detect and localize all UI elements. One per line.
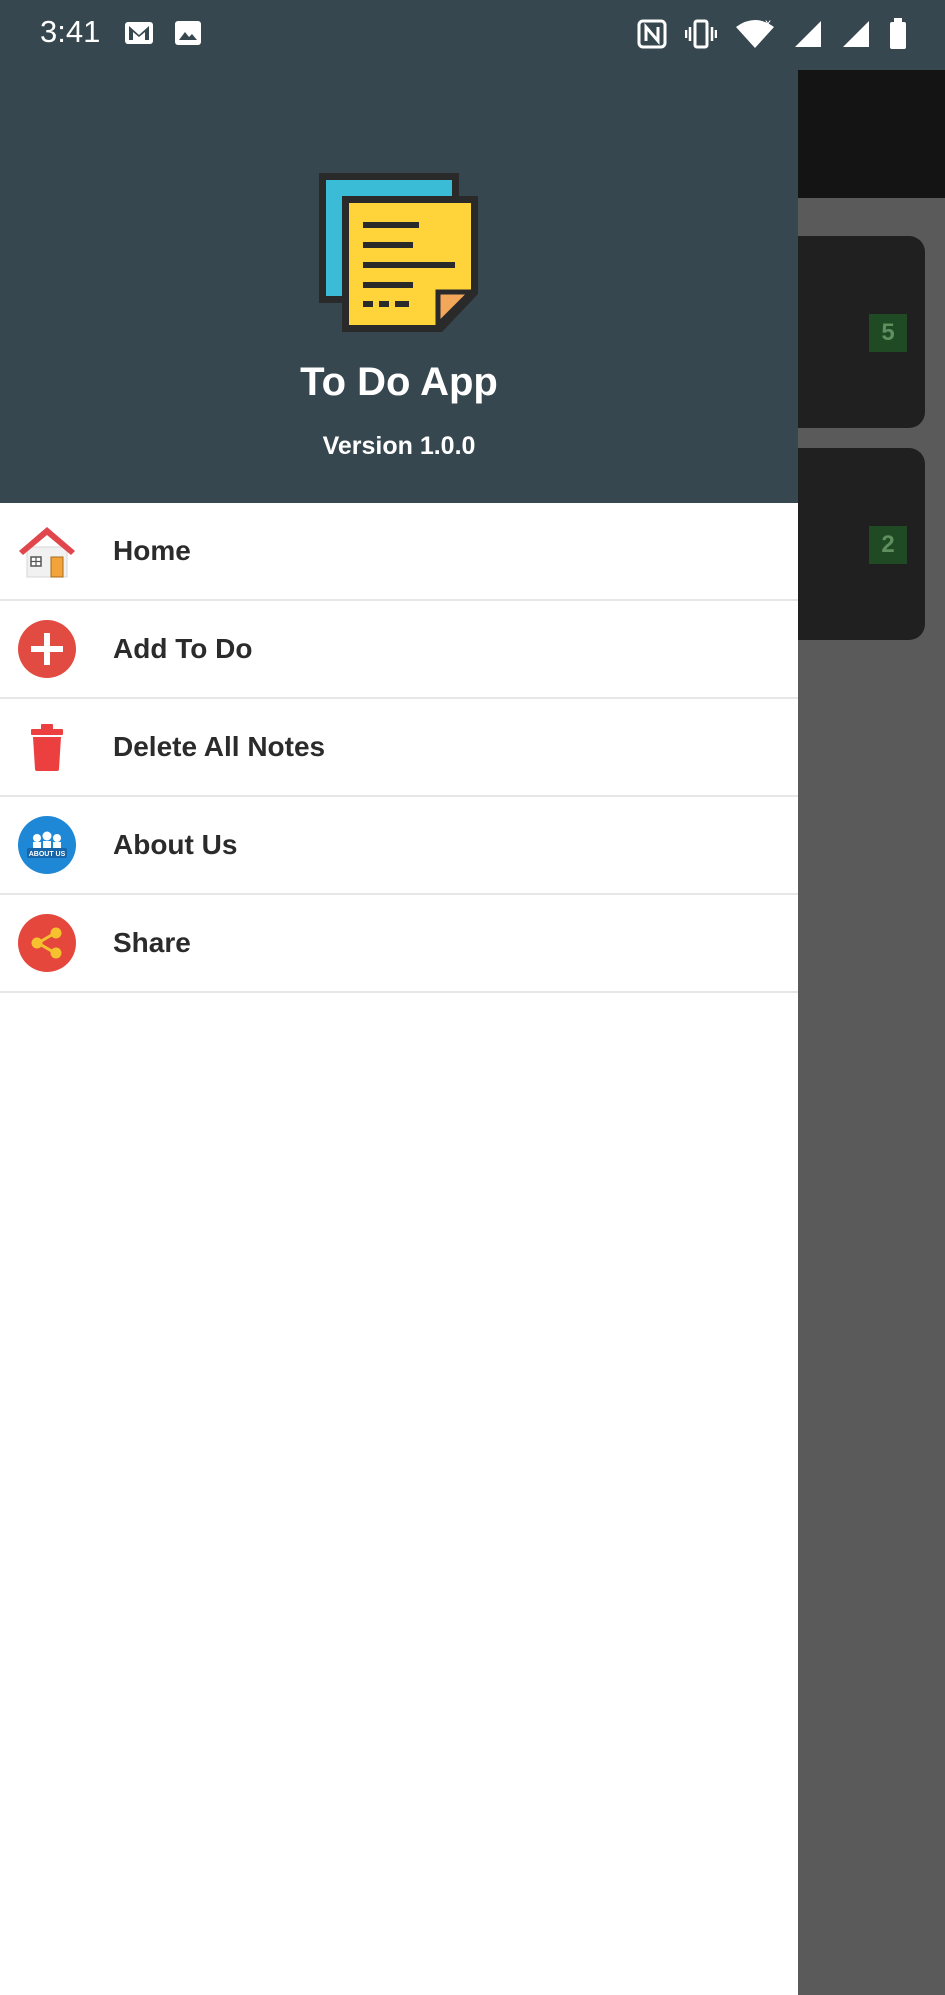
status-bar: 3:41 x — [0, 0, 945, 70]
svg-text:ABOUT US: ABOUT US — [29, 851, 66, 858]
status-time: 3:41 — [40, 14, 101, 49]
vibrate-icon — [685, 19, 717, 49]
battery-icon — [889, 18, 907, 50]
todo-count-badge: 2 — [869, 526, 907, 564]
image-icon — [174, 20, 202, 51]
drawer-header: To Do App Version 1.0.0 — [0, 0, 798, 503]
menu-item-delete-all-notes[interactable]: Delete All Notes — [0, 699, 798, 797]
status-system-icons: x — [637, 18, 907, 50]
sticky-notes-icon — [316, 170, 482, 336]
menu-item-add-to-do[interactable]: Add To Do — [0, 601, 798, 699]
svg-text:x: x — [765, 19, 771, 30]
signal-icon — [793, 19, 823, 49]
house-icon — [17, 521, 77, 581]
share-icon — [17, 913, 77, 973]
menu-item-label: Share — [113, 927, 191, 958]
drawer-menu: Home Add To Do Delete All Notes ABOUT US… — [0, 503, 798, 993]
nfc-icon — [637, 19, 667, 49]
gmail-icon — [124, 20, 154, 51]
add-circle-icon — [17, 619, 77, 679]
signal-icon — [841, 19, 871, 49]
navigation-drawer: To Do App Version 1.0.0 Home Add To Do D… — [0, 0, 798, 1995]
menu-item-about-us[interactable]: ABOUT US About Us — [0, 797, 798, 895]
menu-item-home[interactable]: Home — [0, 503, 798, 601]
app-title: To Do App — [300, 360, 498, 404]
todo-count-badge: 5 — [869, 314, 907, 352]
app-version: Version 1.0.0 — [322, 432, 476, 460]
menu-item-share[interactable]: Share — [0, 895, 798, 993]
menu-item-label: Home — [113, 535, 191, 566]
menu-item-label: About Us — [113, 829, 238, 860]
menu-item-label: Delete All Notes — [113, 731, 326, 762]
wifi-icon: x — [735, 19, 775, 49]
status-notification-icons — [124, 20, 202, 51]
menu-item-label: Add To Do — [113, 633, 253, 664]
trash-icon — [17, 717, 77, 777]
about-us-icon: ABOUT US — [17, 815, 77, 875]
